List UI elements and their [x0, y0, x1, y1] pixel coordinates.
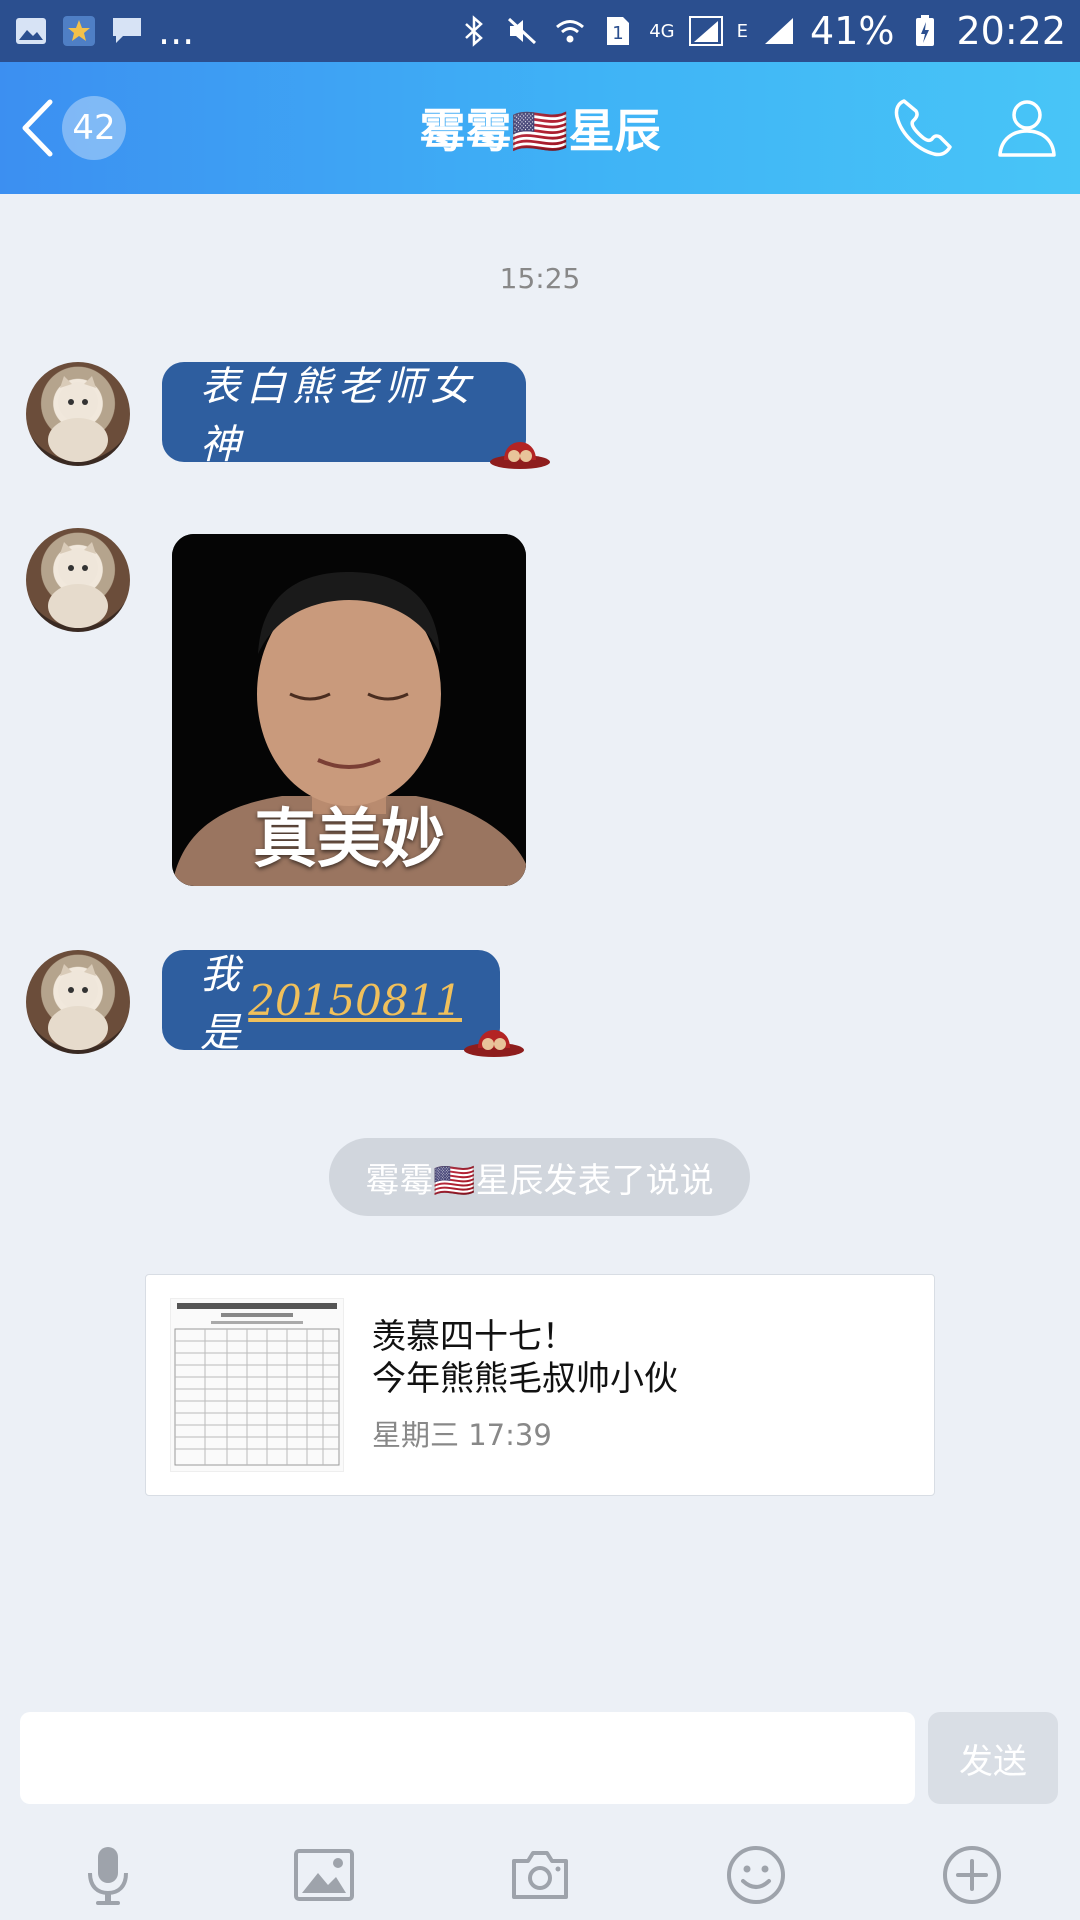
chevron-left-icon — [22, 99, 53, 157]
bluetooth-icon — [457, 15, 491, 47]
signal-icon — [688, 16, 723, 46]
bubble-hat-decoration-icon — [490, 442, 550, 469]
post-time: 星期三 17:39 — [372, 1418, 552, 1452]
image-icon[interactable] — [292, 1843, 356, 1907]
avatar[interactable] — [26, 362, 130, 466]
system-notice[interactable]: 霉霉🇺🇸星辰发表了说说 — [329, 1138, 750, 1216]
battery-percent: 41% — [810, 9, 895, 53]
chat-header: 42 霉霉🇺🇸星辰 — [0, 62, 1080, 194]
clock: 20:22 — [956, 9, 1066, 53]
image-caption: 真美妙 — [253, 803, 445, 877]
bubble-hat-decoration-icon — [464, 1030, 524, 1057]
message-text: 我是 — [200, 952, 246, 1056]
network-4g-label: 4G — [649, 20, 675, 42]
input-toolbar — [0, 1830, 1080, 1920]
cat-avatar-image — [48, 542, 108, 628]
image-message[interactable]: 真美妙 — [172, 534, 526, 886]
cat-avatar-image — [48, 964, 108, 1050]
microphone-icon[interactable] — [76, 1843, 140, 1907]
message-input[interactable] — [20, 1712, 915, 1804]
plus-icon[interactable] — [940, 1843, 1004, 1907]
message-bubble[interactable]: 表白熊老师女神 — [162, 362, 550, 469]
person-icon[interactable] — [994, 95, 1060, 161]
number-link[interactable]: 20150811 — [248, 976, 462, 1025]
avatar[interactable] — [26, 528, 130, 632]
unread-count-badge: 42 — [62, 96, 126, 160]
svg-text:1: 1 — [613, 23, 624, 44]
network-e-label: E — [736, 20, 749, 42]
message-text: 表白熊老师女神 — [200, 364, 476, 468]
status-bar: ... 1 4G E 41% 20:22 — [0, 0, 1080, 62]
cat-avatar-image — [48, 376, 108, 462]
phone-icon[interactable] — [890, 95, 956, 161]
sim1-icon: 1 — [601, 16, 635, 46]
camera-icon[interactable] — [508, 1843, 572, 1907]
message-timestamp: 15:25 — [499, 262, 581, 295]
mute-icon — [505, 16, 539, 46]
wifi-icon — [553, 16, 587, 46]
send-button[interactable]: 发送 — [928, 1712, 1058, 1804]
more-notifications: ... — [158, 9, 195, 53]
post-title-line1: 羡慕四十七！ — [372, 1317, 576, 1357]
battery-icon — [908, 15, 942, 46]
star-icon — [62, 16, 96, 46]
post-title-line2: 今年熊熊毛叔帅小伙 — [372, 1359, 678, 1399]
chat-icon — [110, 16, 144, 46]
shared-post-card[interactable]: 羡慕四十七！ 今年熊熊毛叔帅小伙 星期三 17:39 — [145, 1274, 935, 1496]
post-thumbnail — [170, 1298, 344, 1472]
signal-icon-2 — [762, 16, 796, 46]
gallery-icon — [14, 16, 48, 46]
back-button[interactable]: 42 — [20, 96, 126, 160]
contact-name[interactable]: 霉霉🇺🇸星辰 — [419, 104, 660, 158]
emoji-icon[interactable] — [724, 1843, 788, 1907]
avatar[interactable] — [26, 950, 130, 1054]
message-bubble[interactable]: 我是 20150811 — [162, 950, 524, 1057]
